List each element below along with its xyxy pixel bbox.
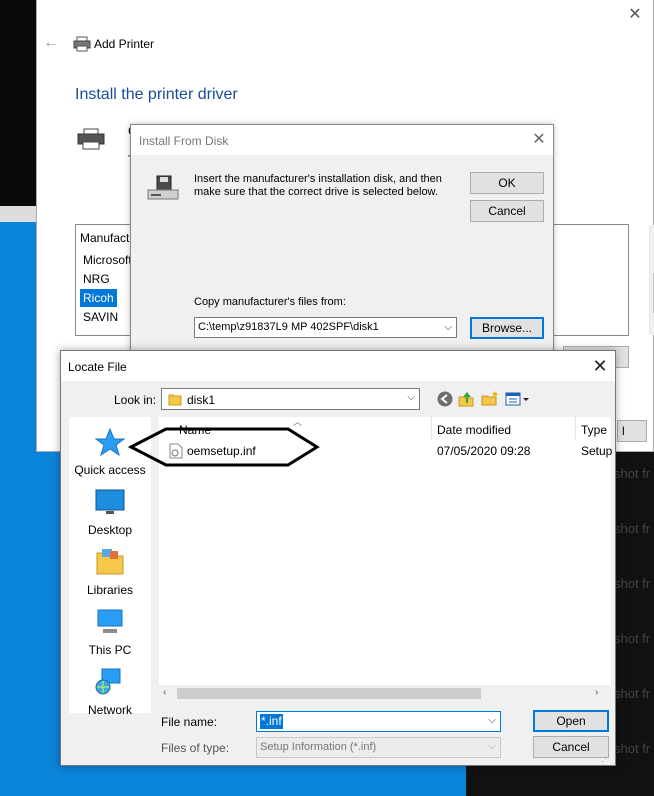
instruction-text: Insert the manufacturer's installation d… (194, 173, 442, 198)
column-divider[interactable] (575, 417, 576, 439)
list-item-selected[interactable]: Ricoh (80, 289, 117, 307)
close-icon[interactable]: ✕ (625, 6, 645, 24)
computer-icon (97, 609, 123, 633)
annotation-hexagon (128, 427, 320, 467)
files-of-type-select: Setup Information (*.inf) ⌵ (256, 737, 501, 758)
look-in-label: Look in: (114, 393, 157, 407)
up-folder-icon[interactable] (457, 390, 475, 408)
locate-file-dialog: Locate File ✕ Look in: disk1 ⌵ Quick acc… (60, 350, 616, 766)
file-type-cell: Setup (581, 444, 613, 458)
dialog-titlebar: Locate File ✕ (61, 351, 615, 381)
view-menu-icon[interactable] (505, 390, 531, 408)
place-label: This PC (88, 643, 132, 657)
install-from-disk-dialog: Install From Disk ✕ Insert the manufactu… (130, 124, 554, 354)
background-text: shot fr (614, 631, 651, 646)
column-header-date[interactable]: Date modified (437, 423, 511, 437)
place-label: Network (87, 703, 132, 717)
close-icon[interactable]: ✕ (529, 130, 549, 150)
vertical-scrollbar[interactable]: ▲ ▼ (649, 225, 654, 335)
file-name-value: *.inf (260, 714, 283, 729)
back-arrow-icon[interactable]: ← (43, 34, 59, 52)
chevron-down-icon[interactable]: ▼ (650, 319, 654, 329)
dialog-title: Install From Disk (139, 134, 229, 148)
column-header-type[interactable]: Type (581, 423, 607, 437)
place-label: Desktop (87, 523, 133, 537)
chevron-up-icon[interactable]: ▲ (650, 227, 654, 237)
star-icon (94, 427, 126, 457)
disk-drive-icon (147, 175, 179, 200)
background-text: shot fr (614, 466, 651, 481)
cancel-button[interactable]: Cancel (533, 736, 609, 758)
background-text: shot fr (614, 576, 651, 591)
window-title: Add Printer (94, 37, 155, 51)
place-label: Libraries (86, 583, 134, 597)
cancel-button[interactable]: Cancel (470, 200, 544, 222)
printer-icon (73, 36, 91, 52)
files-of-type-label: Files of type: (161, 741, 230, 755)
chevron-left-icon[interactable]: ‹ (163, 687, 166, 698)
background-text: shot fr (614, 686, 651, 701)
close-icon[interactable]: ✕ (589, 355, 611, 377)
background-strip (0, 206, 40, 222)
folder-icon (168, 394, 182, 406)
desktop-icon (95, 489, 125, 514)
hidden-button[interactable]: l (617, 420, 647, 442)
scrollbar-thumb[interactable] (177, 688, 481, 699)
dialog-title: Locate File (68, 360, 127, 374)
look-in-value: disk1 (187, 393, 216, 407)
background-text: shot fr (614, 521, 651, 536)
browse-button[interactable]: Browse... (470, 317, 544, 339)
resize-grip-icon[interactable]: ⋰ (601, 753, 613, 765)
network-icon (95, 668, 121, 695)
background-text: shot fr (614, 741, 651, 756)
copy-from-combobox[interactable]: C:\temp\z91837L9 MP 402SPF\disk1 ⌵ (194, 317, 457, 338)
libraries-icon (96, 549, 124, 575)
dialog-titlebar: Install From Disk ✕ (131, 125, 553, 155)
chevron-down-icon[interactable]: ⌵ (407, 392, 415, 403)
file-date-cell: 07/05/2020 09:28 (437, 444, 531, 458)
file-name-input[interactable]: *.inf ⌵ (256, 711, 501, 732)
open-button[interactable]: Open (533, 710, 609, 732)
chevron-down-icon: ⌵ (488, 741, 496, 752)
chevron-down-icon[interactable]: ⌵ (488, 715, 496, 726)
printer-icon (77, 128, 105, 150)
horizontal-scrollbar[interactable]: ‹ › (159, 685, 611, 702)
file-name-label: File name: (161, 715, 218, 729)
manufacturer-column-header[interactable]: Manufact (80, 231, 129, 245)
list-item[interactable]: NRG (80, 270, 113, 288)
list-item[interactable]: Microsoft (80, 251, 135, 269)
look-in-combobox[interactable]: disk1 ⌵ (161, 388, 420, 410)
ok-button[interactable]: OK (470, 172, 544, 194)
page-heading: Install the printer driver (75, 86, 238, 103)
list-item[interactable]: SAVIN (80, 308, 121, 326)
copy-from-label: Copy manufacturer's files from: (194, 296, 346, 308)
back-icon[interactable] (436, 390, 454, 408)
copy-from-value: C:\temp\z91837L9 MP 402SPF\disk1 (198, 321, 379, 333)
new-folder-icon[interactable] (481, 390, 499, 408)
column-divider[interactable] (431, 417, 432, 439)
files-of-type-value: Setup Information (*.inf) (260, 741, 377, 753)
chevron-down-icon[interactable]: ⌵ (444, 318, 452, 337)
chevron-right-icon[interactable]: › (595, 687, 598, 698)
